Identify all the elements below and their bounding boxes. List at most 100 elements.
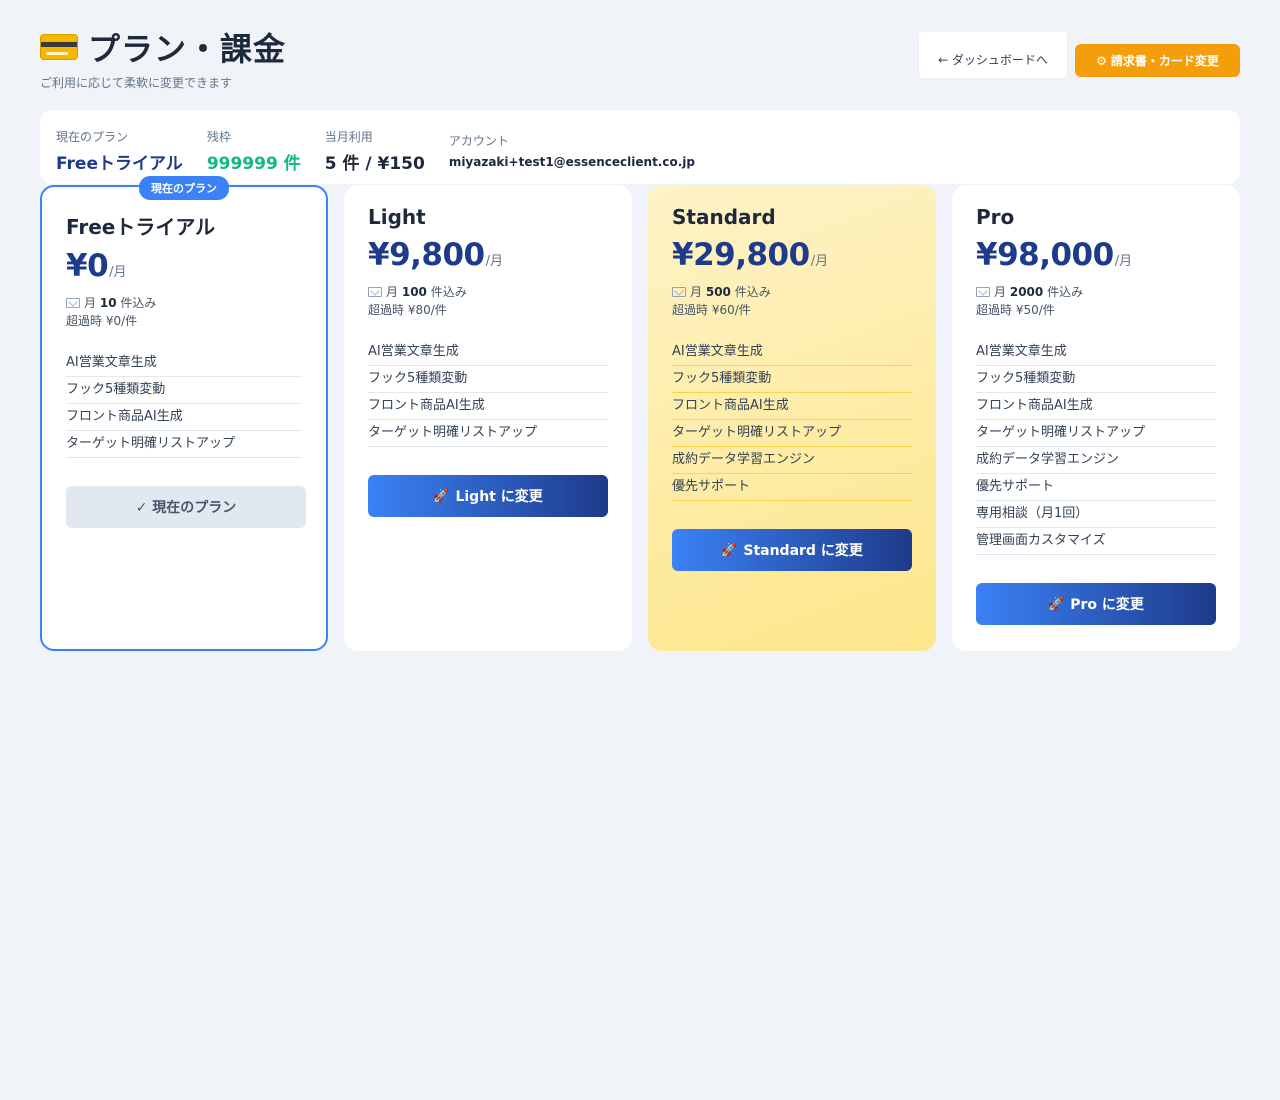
quota-prefix: 月 — [994, 285, 1007, 299]
change-to-pro-button[interactable]: 🚀 Pro に変更 — [976, 583, 1216, 625]
back-to-dashboard-button[interactable]: ← ダッシュボードへ — [919, 32, 1067, 78]
feature-item: AI営業文章生成 — [66, 350, 302, 377]
feature-item: 優先サポート — [672, 474, 912, 501]
feature-list: AI営業文章生成 フック5種類変動 フロント商品AI生成 ターゲット明確リストア… — [976, 339, 1216, 555]
price-period: /月 — [109, 265, 127, 280]
feature-item: フック5種類変動 — [976, 366, 1216, 393]
rocket-icon: 🚀 — [721, 542, 738, 558]
envelope-icon — [672, 287, 686, 297]
credit-card-icon — [40, 34, 78, 60]
summary-usage: 当月利用 5 件 / ¥150 — [325, 128, 425, 174]
remaining-label: 残枠 — [206, 130, 231, 144]
overage-text: 超過時 ¥80/件 — [368, 303, 447, 317]
feature-item: ターゲット明確リストアップ — [66, 431, 302, 458]
billing-card-change-button[interactable]: ⚙ 請求書・カード変更 — [1075, 44, 1240, 77]
summary-account: アカウント miyazaki+test1@essenceclient.co.jp — [449, 128, 695, 169]
plan-quota: 月 100 件込み 超過時 ¥80/件 — [368, 283, 608, 319]
feature-item: ターゲット明確リストアップ — [368, 420, 608, 447]
feature-item: 優先サポート — [976, 474, 1216, 501]
quota-suffix: 件込み — [1047, 285, 1084, 299]
current-plan-badge: 現在のプラン — [139, 176, 229, 200]
usage-value: 5 件 / ¥150 — [324, 154, 425, 174]
feature-item: AI営業文章生成 — [976, 339, 1216, 366]
change-to-light-button[interactable]: 🚀 Light に変更 — [368, 475, 608, 517]
feature-item: 成約データ学習エンジン — [672, 447, 912, 474]
feature-list: AI営業文章生成 フック5種類変動 フロント商品AI生成 ターゲット明確リストア… — [368, 339, 608, 447]
summary-current-plan: 現在のプラン Freeトライアル — [56, 128, 183, 174]
plan-quota: 月 2000 件込み 超過時 ¥50/件 — [976, 283, 1216, 319]
rocket-icon: 🚀 — [433, 488, 450, 504]
plan-card-standard: Standard ¥29,800 /月 月 500 件込み 超過時 ¥60/件 … — [648, 185, 936, 651]
feature-item: ターゲット明確リストアップ — [976, 420, 1216, 447]
price-row: ¥98,000 /月 — [976, 237, 1216, 273]
billing-button-label: 請求書・カード変更 — [1110, 54, 1219, 68]
price-row: ¥9,800 /月 — [368, 237, 608, 273]
quota-suffix: 件込み — [120, 296, 157, 310]
plan-quota: 月 500 件込み 超過時 ¥60/件 — [672, 283, 912, 319]
envelope-icon — [368, 287, 382, 297]
change-to-standard-button[interactable]: 🚀 Standard に変更 — [672, 529, 912, 571]
current-plan-button[interactable]: ✓ 現在のプラン — [66, 486, 306, 528]
overage-text: 超過時 ¥50/件 — [976, 303, 1055, 317]
overage-text: 超過時 ¥0/件 — [66, 314, 138, 328]
envelope-icon — [976, 287, 990, 297]
feature-item: フロント商品AI生成 — [672, 393, 912, 420]
summary-remaining: 残枠 999999 件 — [207, 128, 301, 174]
plan-price: ¥29,800 — [672, 237, 810, 273]
plan-card-light: Light ¥9,800 /月 月 100 件込み 超過時 ¥80/件 AI営業… — [344, 185, 632, 651]
usage-label: 当月利用 — [324, 130, 373, 144]
plan-quota: 月 10 件込み 超過時 ¥0/件 — [66, 294, 302, 330]
current-plan-value: Freeトライアル — [56, 154, 183, 174]
feature-item: AI営業文章生成 — [672, 339, 912, 366]
remaining-value: 999999 件 — [206, 154, 301, 174]
plan-name: Pro — [976, 205, 1015, 229]
button-label: Light に変更 — [455, 489, 543, 505]
plan-card-pro: Pro ¥98,000 /月 月 2000 件込み 超過時 ¥50/件 AI営業… — [952, 185, 1240, 651]
quota-count: 2000 — [1009, 285, 1044, 299]
page-header: プラン・課金 ご利用に応じて柔軟に変更できます ← ダッシュボードへ ⚙ 請求書… — [40, 24, 1240, 90]
feature-item: 専用相談（月1回） — [976, 501, 1216, 528]
quota-count: 500 — [705, 285, 731, 299]
plan-name: Freeトライアル — [66, 215, 216, 239]
gear-icon: ⚙ — [1096, 53, 1107, 68]
price-period: /月 — [485, 254, 504, 269]
feature-item: フロント商品AI生成 — [976, 393, 1216, 420]
plan-summary-bar: 現在のプラン Freeトライアル 残枠 999999 件 当月利用 5 件 / … — [40, 110, 1240, 184]
rocket-icon: 🚀 — [1048, 596, 1065, 612]
plan-price: ¥98,000 — [976, 237, 1114, 273]
feature-item: フック5種類変動 — [368, 366, 608, 393]
price-period: /月 — [1114, 254, 1133, 269]
overage-text: 超過時 ¥60/件 — [672, 303, 751, 317]
quota-count: 10 — [99, 296, 117, 310]
feature-item: フロント商品AI生成 — [66, 404, 302, 431]
feature-item: ターゲット明確リストアップ — [672, 420, 912, 447]
feature-item: フック5種類変動 — [672, 366, 912, 393]
quota-prefix: 月 — [386, 285, 399, 299]
plan-price: ¥9,800 — [368, 237, 485, 273]
plan-card-free: 現在のプラン Freeトライアル ¥0 /月 月 10 件込み 超過時 ¥0/件… — [40, 176, 328, 651]
quota-count: 100 — [401, 285, 427, 299]
account-label: アカウント — [448, 134, 509, 148]
feature-list: AI営業文章生成 フック5種類変動 フロント商品AI生成 ターゲット明確リストア… — [672, 339, 912, 501]
price-period: /月 — [810, 254, 829, 269]
feature-item: AI営業文章生成 — [368, 339, 608, 366]
quota-suffix: 件込み — [734, 285, 771, 299]
account-value: miyazaki+test1@essenceclient.co.jp — [448, 155, 695, 169]
button-label: Pro に変更 — [1070, 597, 1144, 613]
button-label: Standard に変更 — [743, 543, 863, 559]
quota-prefix: 月 — [84, 296, 97, 310]
quota-prefix: 月 — [690, 285, 703, 299]
feature-item: 成約データ学習エンジン — [976, 447, 1216, 474]
price-row: ¥29,800 /月 — [672, 237, 912, 273]
feature-item: フック5種類変動 — [66, 377, 302, 404]
price-row: ¥0 /月 — [66, 248, 302, 284]
feature-item: フロント商品AI生成 — [368, 393, 608, 420]
plan-name: Standard — [672, 205, 776, 229]
envelope-icon — [66, 298, 80, 308]
plan-cards: 現在のプラン Freeトライアル ¥0 /月 月 10 件込み 超過時 ¥0/件… — [40, 176, 1240, 651]
plan-price: ¥0 — [66, 248, 109, 284]
page-title: プラン・課金 — [88, 30, 287, 68]
feature-item: 管理画面カスタマイズ — [976, 528, 1216, 555]
quota-suffix: 件込み — [430, 285, 467, 299]
plan-name: Light — [368, 205, 426, 229]
